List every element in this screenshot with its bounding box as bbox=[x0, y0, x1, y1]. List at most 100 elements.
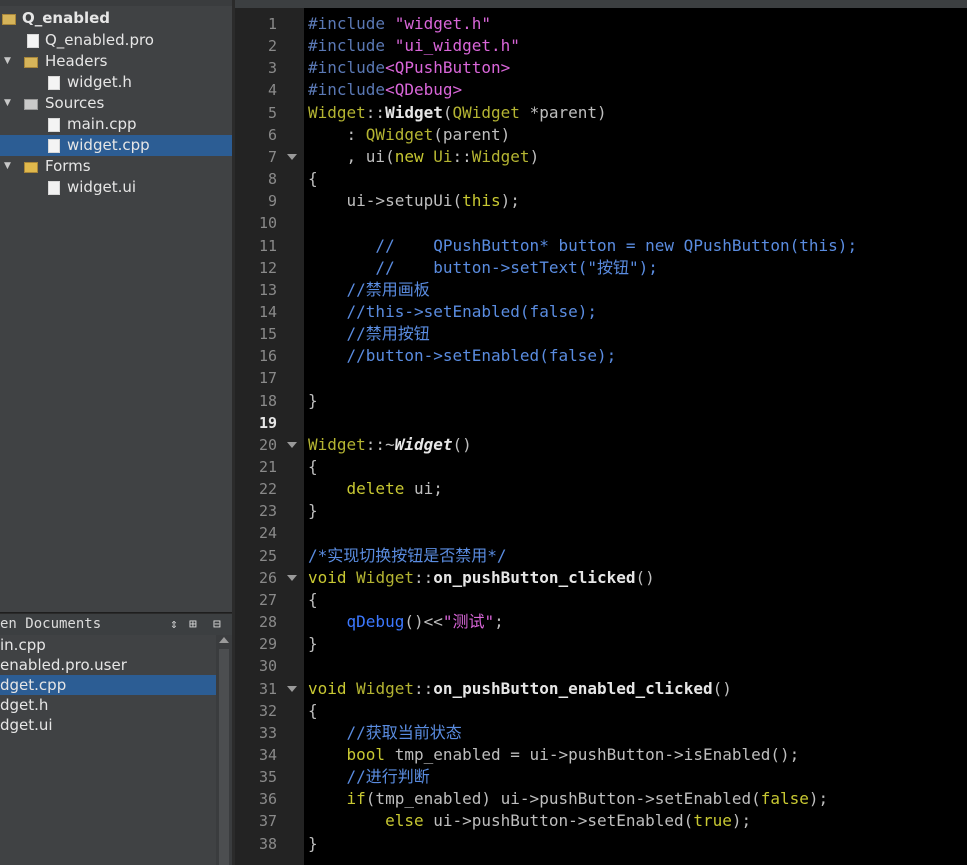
code-token: #include bbox=[308, 36, 395, 56]
code-token: false bbox=[760, 789, 809, 809]
editor-toolbar bbox=[235, 0, 967, 8]
fold-marker-icon[interactable] bbox=[287, 574, 297, 581]
code-line: #include<QPushButton> bbox=[308, 57, 510, 79]
tree-item-label: main.cpp bbox=[67, 115, 137, 133]
line-number: 17 bbox=[258, 369, 277, 388]
fold-marker-icon[interactable] bbox=[287, 441, 297, 448]
fold-marker-icon[interactable] bbox=[287, 153, 297, 160]
tree-item-widget-ui[interactable]: widget.ui bbox=[0, 177, 232, 198]
line-number: 8 bbox=[267, 170, 277, 189]
line-number: 9 bbox=[267, 192, 277, 211]
tree-item-pro-file[interactable]: Q_enabled.pro bbox=[0, 30, 232, 51]
header-file-icon bbox=[48, 76, 60, 90]
line-number: 14 bbox=[258, 302, 277, 321]
code-token: { bbox=[308, 457, 318, 476]
code-token: #include bbox=[308, 80, 386, 100]
code-line: #include<QDebug> bbox=[308, 79, 462, 101]
tree-item-label: Headers bbox=[45, 52, 108, 70]
code-line: #include "widget.h" bbox=[308, 13, 491, 35]
open-document-item[interactable]: in.cpp bbox=[0, 635, 216, 655]
open-documents-scrollbar[interactable] bbox=[216, 635, 232, 865]
line-number: 32 bbox=[258, 701, 277, 720]
code-token: //this->setEnabled(false); bbox=[308, 301, 597, 321]
open-document-item[interactable]: dget.h bbox=[0, 695, 216, 715]
code-token: true bbox=[693, 811, 732, 831]
tree-item-main-cpp[interactable]: main.cpp bbox=[0, 114, 232, 135]
line-number: 31 bbox=[258, 679, 277, 698]
code-line: else ui->pushButton->setEnabled(true); bbox=[308, 810, 751, 832]
code-token: ::~ bbox=[365, 434, 395, 454]
close-pane-icon[interactable]: ⊟ bbox=[213, 614, 221, 635]
line-number: 22 bbox=[258, 480, 277, 499]
code-editor[interactable]: #include "widget.h" #include "ui_widget.h… bbox=[304, 8, 967, 865]
code-token: <QDebug> bbox=[385, 80, 463, 100]
scrollbar-thumb[interactable] bbox=[219, 649, 229, 865]
code-token: #include bbox=[308, 58, 386, 78]
open-document-item[interactable]: dget.ui bbox=[0, 715, 216, 735]
open-documents-header: en Documents ⇕ ⊞ ⊟ bbox=[0, 613, 232, 636]
line-number: 25 bbox=[258, 546, 277, 565]
code-line: : QWidget(parent) bbox=[308, 124, 511, 146]
code-token: { bbox=[308, 169, 318, 189]
line-number: 10 bbox=[258, 214, 277, 233]
code-line: /*实现切换按钮是否禁用*/ bbox=[308, 545, 507, 567]
line-number: 7 bbox=[267, 147, 277, 166]
code-token: else bbox=[385, 811, 424, 831]
line-number: 36 bbox=[258, 790, 277, 809]
open-document-item[interactable]: enabled.pro.user bbox=[0, 655, 216, 675]
open-documents-title: en Documents bbox=[0, 616, 102, 632]
tree-item-sources[interactable]: ▼ Sources bbox=[0, 93, 232, 114]
code-token: new bbox=[394, 146, 434, 166]
code-line: bool tmp_enabled = ui->pushButton->isEna… bbox=[308, 744, 800, 766]
code-line: // button->setText("按钮"); bbox=[308, 257, 657, 279]
code-line: //this->setEnabled(false); bbox=[308, 301, 597, 323]
code-token: "widget.h" bbox=[394, 14, 492, 33]
scroll-up-icon[interactable] bbox=[219, 637, 229, 643]
open-document-item[interactable]: dget.cpp bbox=[0, 675, 216, 695]
split-icon[interactable]: ⊞ bbox=[189, 614, 197, 635]
tree-item-headers[interactable]: ▼ Headers bbox=[0, 51, 232, 72]
code-token: { bbox=[308, 589, 318, 609]
code-token: //禁用按钮 bbox=[308, 324, 430, 344]
tree-item-label: widget.h bbox=[67, 73, 132, 91]
tree-item-widget-h[interactable]: widget.h bbox=[0, 72, 232, 93]
line-number: 12 bbox=[258, 258, 277, 277]
tree-project-row[interactable]: Q_enabled bbox=[0, 8, 232, 29]
code-token: ); bbox=[500, 191, 520, 211]
code-line: Widget::~Widget() bbox=[308, 434, 472, 456]
chevron-down-icon[interactable]: ▼ bbox=[4, 156, 16, 177]
cpp-file-icon bbox=[48, 118, 60, 132]
code-token: Widget bbox=[356, 678, 414, 698]
code-token: ; bbox=[494, 612, 504, 632]
line-number: 18 bbox=[258, 391, 277, 410]
code-token: //获取当前状态 bbox=[308, 722, 462, 742]
tree-item-label: widget.ui bbox=[67, 178, 137, 196]
tree-item-label: Q_enabled.pro bbox=[45, 31, 154, 49]
line-number: 33 bbox=[258, 723, 277, 742]
code-token: ); bbox=[808, 789, 829, 809]
sources-folder-icon bbox=[24, 99, 38, 110]
code-token: () bbox=[712, 678, 732, 698]
code-token: this bbox=[462, 191, 501, 211]
code-token: delete bbox=[346, 479, 405, 499]
code-token: //button->setEnabled(false); bbox=[308, 346, 617, 366]
code-line: } bbox=[308, 633, 318, 655]
code-token: } bbox=[308, 833, 318, 853]
code-token: QWidget bbox=[365, 124, 434, 144]
chevron-down-icon[interactable]: ▼ bbox=[4, 51, 16, 72]
tree-item-widget-cpp[interactable]: widget.cpp bbox=[0, 135, 232, 156]
code-line: #include "ui_widget.h" bbox=[308, 35, 520, 57]
code-token: if bbox=[346, 789, 366, 809]
line-number: 27 bbox=[258, 590, 277, 609]
code-line: Widget::Widget(QWidget *parent) bbox=[308, 102, 607, 124]
chevron-down-icon[interactable]: ▼ bbox=[4, 93, 16, 114]
code-token: , ui( bbox=[308, 146, 395, 166]
fold-marker-icon[interactable] bbox=[287, 685, 297, 692]
line-number: 37 bbox=[258, 812, 277, 831]
code-token: Widget bbox=[394, 434, 453, 454]
tree-item-forms[interactable]: ▼ Forms bbox=[0, 156, 232, 177]
sort-arrows-icon[interactable]: ⇕ bbox=[170, 614, 178, 635]
line-number: 30 bbox=[258, 657, 277, 676]
